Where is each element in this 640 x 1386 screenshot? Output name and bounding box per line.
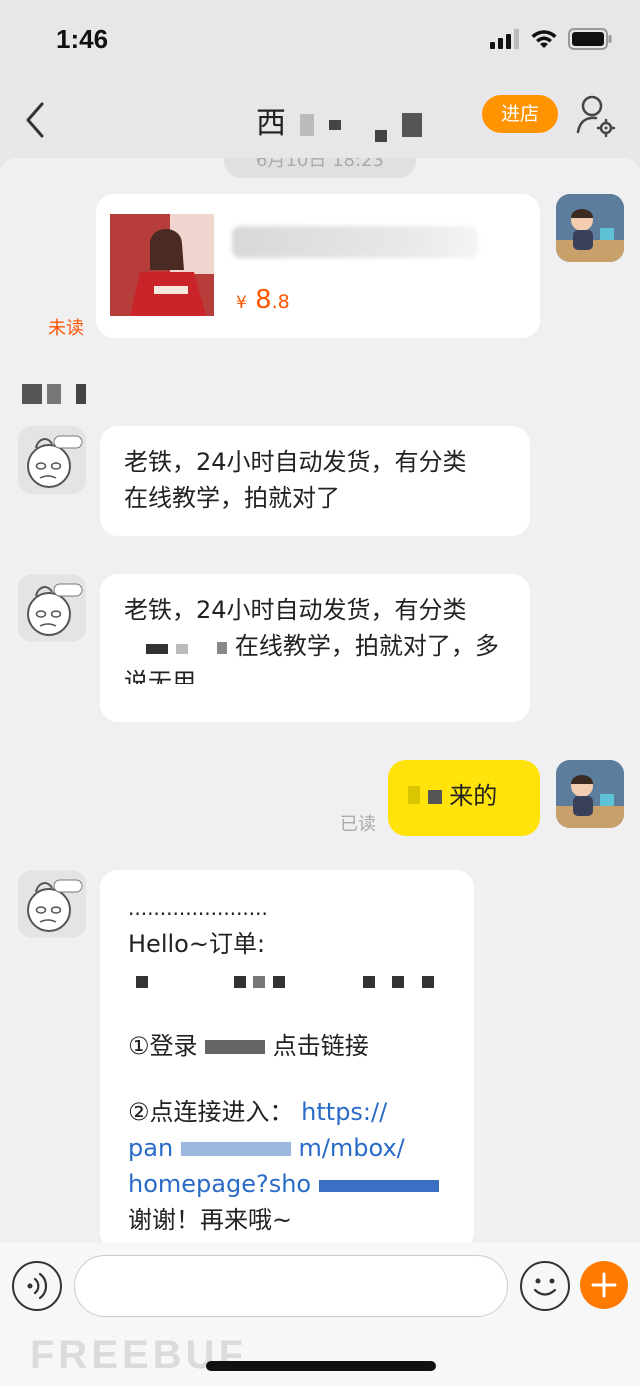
back-arrow-icon	[26, 102, 44, 138]
message-text: 老铁，24小时自动发货，有分类	[124, 448, 467, 476]
message-thanks: 谢谢！再来哦~	[128, 1206, 293, 1234]
message-text: 在线教学，拍就对了，多	[234, 632, 499, 660]
emoji-button[interactable]	[520, 1261, 570, 1311]
product-title-obscured	[232, 226, 478, 258]
status-icons	[490, 28, 612, 50]
seller-avatar[interactable]	[18, 426, 86, 494]
message-text: 来的	[449, 782, 498, 810]
product-image	[110, 214, 214, 316]
chat-header: 西 进店	[0, 80, 640, 156]
price-decimal: .8	[271, 291, 290, 313]
product-thumbnail	[110, 214, 214, 316]
message-bubble-own[interactable]: 来的	[388, 760, 540, 836]
smiley-icon	[533, 1278, 557, 1296]
status-time: 1:46	[56, 24, 109, 54]
obscured-name-pixels	[329, 119, 342, 130]
obscured-text-pixels	[175, 644, 188, 654]
obscured-text-pixels	[146, 644, 168, 654]
plus-icon	[591, 1272, 617, 1298]
input-bar: FREEBUF	[0, 1243, 640, 1386]
link-text[interactable]: https://	[301, 1098, 387, 1126]
voice-input-button[interactable]	[12, 1261, 62, 1311]
step2-prefix: ②点连接进入：	[128, 1098, 294, 1126]
voice-wave-icon	[27, 1272, 48, 1300]
step2-line: ②点连接进入： https://	[128, 1094, 446, 1130]
step1-line: ①登录 点击链接	[128, 1028, 446, 1064]
avatar-photo	[556, 760, 624, 828]
link-line[interactable]: homepage?sho	[128, 1166, 446, 1202]
seller-name-obscured	[22, 384, 87, 410]
signal-icon	[490, 29, 519, 49]
obscured-text-pixels	[217, 642, 228, 654]
obscured-text-pixels	[408, 786, 420, 804]
read-label: 已读	[340, 814, 376, 835]
obscured-text-pixels	[205, 1040, 266, 1054]
price-integer: 8	[255, 285, 272, 315]
link-text[interactable]: m/mbox/	[298, 1134, 404, 1162]
message-bubble-seller[interactable]: 老铁，24小时自动发货，有分类 在线教学，拍就对了	[100, 426, 530, 536]
product-price: ¥ 8.8	[236, 282, 290, 321]
chat-area[interactable]: 6月10日 18:23 ¥ 8.8 未读 老铁，24小时自动发货，有分类 在线教…	[0, 158, 640, 1243]
obscured-name-pixels	[299, 113, 314, 136]
link-text[interactable]: homepage?sho	[128, 1170, 311, 1198]
profile-settings-button[interactable]	[574, 90, 618, 140]
home-indicator	[206, 1361, 436, 1371]
wifi-icon	[531, 30, 557, 48]
obscured-name-pixels	[402, 112, 423, 137]
enter-shop-button[interactable]: 进店	[482, 95, 558, 133]
message-text: 在线教学，拍就对了	[124, 484, 340, 512]
message-bubble-order[interactable]: ...................... Hello~订单: ①登录 点击链…	[100, 870, 474, 1243]
seller-avatar[interactable]	[18, 870, 86, 938]
message-input[interactable]	[74, 1255, 508, 1317]
message-text-line: 在线教学，拍就对了，多	[124, 628, 506, 664]
message-timestamp: 6月10日 18:23	[224, 158, 416, 178]
more-actions-button[interactable]	[580, 1261, 628, 1309]
cartoon-face-icon	[18, 574, 86, 642]
seller-avatar[interactable]	[18, 574, 86, 642]
obscured-order-number	[128, 962, 446, 998]
back-button[interactable]	[18, 90, 58, 146]
message-bubble-seller[interactable]: 老铁，24小时自动发货，有分类 在线教学，拍就对了，多 说无用	[100, 574, 530, 722]
my-avatar[interactable]	[556, 760, 624, 828]
link-text[interactable]: pan	[128, 1134, 173, 1162]
obscured-link-pixels	[318, 1180, 439, 1192]
status-bar: 1:46	[0, 0, 640, 80]
my-avatar[interactable]	[556, 194, 624, 262]
chat-title: 西	[256, 98, 423, 142]
cartoon-face-icon	[18, 870, 86, 938]
message-text: 说无用	[124, 668, 196, 684]
cartoon-face-icon	[18, 426, 86, 494]
message-dots: ......................	[128, 896, 268, 920]
profile-settings-icon	[576, 95, 616, 138]
unread-label: 未读	[48, 318, 84, 339]
chat-title-text: 西	[256, 106, 286, 141]
avatar-photo	[556, 194, 624, 262]
obscured-link-pixels	[180, 1142, 291, 1156]
message-text: 老铁，24小时自动发货，有分类	[124, 596, 467, 624]
obscured-name-pixels	[374, 130, 387, 142]
price-currency: ¥	[236, 293, 247, 313]
watermark: FREEBUF	[30, 1333, 247, 1377]
step1-suffix: 点击链接	[272, 1032, 369, 1060]
product-card[interactable]: ¥ 8.8	[96, 194, 540, 338]
message-greeting: Hello~订单:	[128, 930, 266, 958]
step1-prefix: ①登录	[128, 1032, 198, 1060]
link-line[interactable]: pan m/mbox/	[128, 1130, 446, 1166]
obscured-text-pixels	[427, 790, 442, 804]
battery-icon	[568, 28, 612, 50]
